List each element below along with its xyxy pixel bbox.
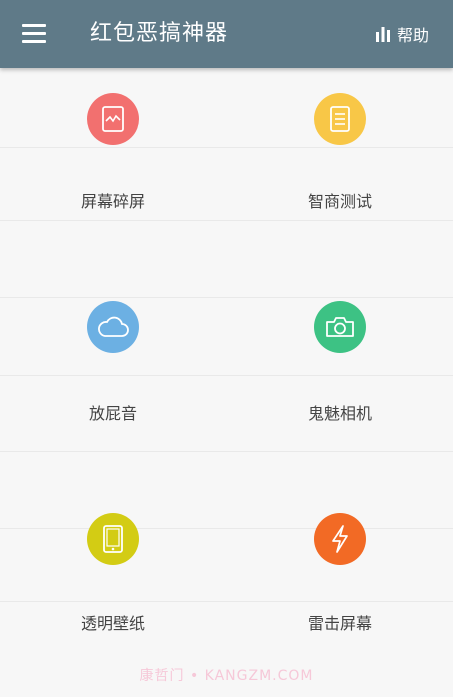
tile-label: 放屁音 (88, 404, 137, 423)
tile-label: 屏幕碎屏 (80, 192, 145, 211)
help-label: 帮助 (396, 26, 429, 45)
tablet-icon (87, 513, 139, 565)
tools-grid: 屏幕碎屏 智商测试 放屁音 鬼魅相机 透明壁纸 雷击屏幕 (0, 68, 453, 653)
document-icon (314, 93, 366, 145)
cloud-icon (87, 301, 139, 353)
watermark: 康哲门 • KANGZM.COM (139, 668, 314, 684)
app-title: 红包恶搞神器 (90, 21, 229, 46)
tile-label: 雷击屏幕 (307, 614, 372, 633)
tile-fart-sound[interactable]: 放屁音 (0, 280, 226, 492)
camera-icon (314, 301, 366, 353)
tile-label: 智商测试 (307, 192, 372, 211)
tile-label: 鬼魅相机 (307, 404, 372, 423)
lightning-icon (314, 513, 366, 565)
app-bar: 红包恶搞神器 帮助 (0, 0, 453, 68)
broken-screen-icon (87, 93, 139, 145)
tile-broken-screen[interactable]: 屏幕碎屏 (0, 68, 226, 280)
help-button[interactable]: 帮助 (375, 22, 429, 46)
bar-chart-icon (375, 27, 390, 42)
tile-iq-test[interactable]: 智商测试 (227, 68, 453, 280)
hamburger-menu-icon[interactable] (22, 24, 46, 43)
tile-label: 透明壁纸 (80, 614, 145, 633)
tile-ghost-camera[interactable]: 鬼魅相机 (227, 280, 453, 492)
